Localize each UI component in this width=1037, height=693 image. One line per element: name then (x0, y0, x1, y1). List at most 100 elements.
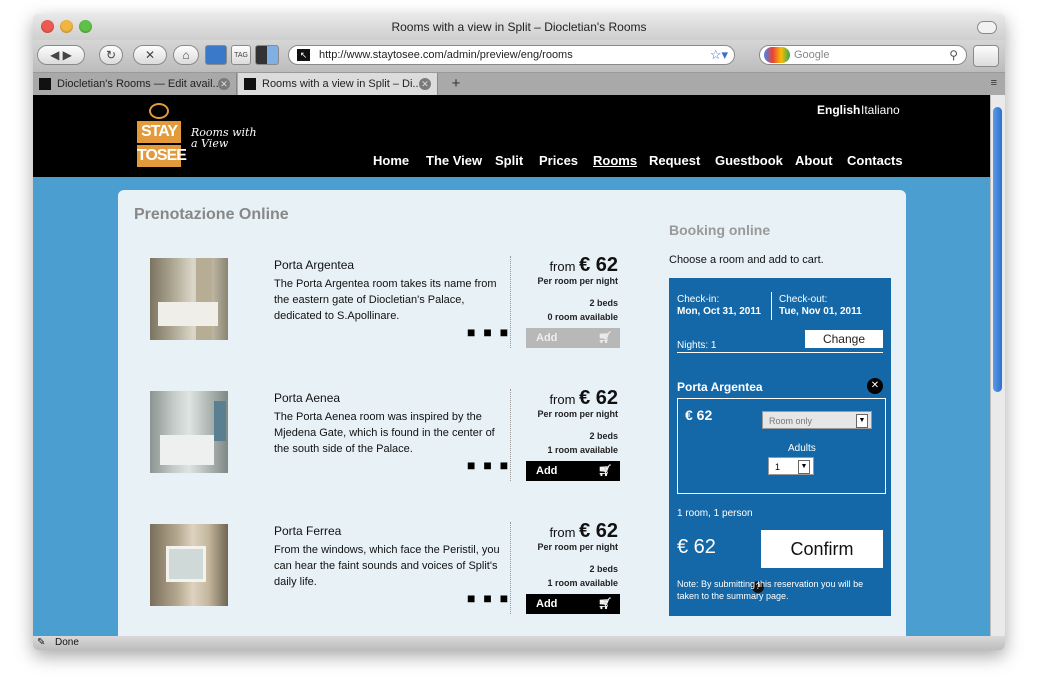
nav-guestbook[interactable]: Guestbook (715, 153, 783, 168)
room-name[interactable]: Porta Ferrea (274, 524, 341, 538)
browser-toolbar: ◀ ▶ ↻ ✕ ⌂ TAG ↖ http://www.staytosee.com… (33, 40, 1005, 73)
confirm-button[interactable]: Confirm (761, 530, 883, 568)
stop-button[interactable]: ✕ (133, 45, 167, 65)
room-name[interactable]: Porta Aenea (274, 391, 340, 405)
tab-rooms[interactable]: Rooms with a view in Split – Di... ✕ (238, 73, 438, 95)
apps-grid-button[interactable] (973, 45, 999, 67)
browser-window: Rooms with a view in Split – Diocletian'… (33, 14, 1005, 650)
cart-room-box: € 62 Room only ▼ Adults ? 1 ▼ (677, 398, 886, 593)
search-placeholder: Google (794, 49, 830, 61)
site-favicon-icon: ↖ (297, 49, 310, 61)
content-panel: Prenotazione Online Porta Argentea The P… (118, 190, 906, 636)
more-dots-link[interactable]: ■ ■ ■ (467, 590, 510, 606)
tab-label: Diocletian's Rooms — Edit avail... (57, 78, 222, 90)
room-photo[interactable] (150, 258, 228, 340)
booking-title: Booking online (669, 222, 771, 238)
add-label: Add (536, 332, 558, 344)
change-dates-button[interactable]: Change (805, 330, 883, 348)
back-forward-button[interactable]: ◀ ▶ (37, 45, 85, 65)
room-price: from € 62 (508, 520, 618, 543)
booking-divider (677, 352, 883, 353)
tag-button[interactable]: TAG (231, 45, 251, 65)
toolbar-toggle-button[interactable] (977, 21, 997, 34)
nav-rooms[interactable]: Rooms (593, 153, 637, 168)
checkout-date[interactable]: Tue, Nov 01, 2011 (779, 306, 862, 317)
close-tab-icon[interactable]: ✕ (218, 78, 230, 90)
nav-prices[interactable]: Prices (539, 153, 578, 168)
status-bar: ✎ Done (33, 636, 1005, 650)
lang-italiano[interactable]: Italiano (861, 103, 900, 117)
forward-icon: ▶ (62, 48, 72, 62)
close-tab-icon[interactable]: ✕ (419, 78, 431, 90)
address-bar[interactable]: ↖ http://www.staytosee.com/admin/preview… (288, 45, 735, 65)
tab-edit-availability[interactable]: Diocletian's Rooms — Edit avail... ✕ (33, 73, 237, 95)
site-logo[interactable]: STAY TOSEE (133, 103, 187, 167)
price-value: € 62 (579, 520, 618, 542)
tag-icon: TAG (234, 51, 248, 59)
bookmark-star-icon[interactable]: ☆▾ (710, 46, 728, 64)
checkin-date[interactable]: Mon, Oct 31, 2011 (677, 306, 761, 317)
adults-label: Adults (788, 443, 816, 454)
minimize-window-button[interactable] (60, 20, 73, 33)
add-room-button[interactable]: Add 🛒︎ (526, 594, 620, 614)
window-title: Rooms with a view in Split – Diocletian'… (391, 20, 647, 34)
search-icon[interactable]: ⚲ (949, 46, 958, 64)
search-bar[interactable]: Google ⚲ (759, 45, 967, 65)
cart-total: € 62 (677, 536, 716, 558)
cart-icon: 🛒︎ (598, 598, 612, 610)
stop-icon: ✕ (144, 48, 156, 62)
scrollbar-thumb[interactable] (993, 107, 1002, 392)
split-view-button[interactable] (255, 45, 279, 65)
cart-room-name: Porta Argentea (677, 380, 763, 394)
more-dots-link[interactable]: ■ ■ ■ (467, 457, 510, 473)
logo-text-stay: STAY (137, 121, 181, 143)
search-engine-icon[interactable] (764, 47, 790, 63)
back-icon: ◀ (50, 48, 60, 62)
cart-icon: 🛒︎ (598, 465, 612, 477)
price-value: € 62 (579, 254, 618, 276)
room-availability: 0 room available (547, 312, 618, 322)
url-text: http://www.staytosee.com/admin/preview/e… (319, 49, 573, 61)
page-title: Prenotazione Online (134, 206, 289, 223)
reload-button[interactable]: ↻ (99, 45, 123, 65)
nav-contacts[interactable]: Contacts (847, 153, 903, 168)
nav-split[interactable]: Split (495, 153, 523, 168)
nav-about[interactable]: About (795, 153, 833, 168)
room-name[interactable]: Porta Argentea (274, 258, 354, 272)
bookmark-button[interactable] (205, 45, 227, 65)
adults-value: 1 (775, 462, 781, 472)
nav-home[interactable]: Home (373, 153, 409, 168)
board-select[interactable]: Room only ▼ (762, 411, 872, 429)
room-price: from € 62 (508, 254, 618, 277)
price-unit: Per room per night (537, 409, 618, 419)
close-window-button[interactable] (41, 20, 54, 33)
cart-summary: 1 room, 1 person (677, 508, 753, 519)
booking-subtitle: Choose a room and add to cart. (669, 254, 824, 266)
checkout-label: Check-out: (779, 294, 828, 305)
checkin-label: Check-in: (677, 294, 720, 305)
home-button[interactable]: ⌂ (173, 45, 199, 65)
more-dots-link[interactable]: ■ ■ ■ (467, 324, 510, 340)
lang-english[interactable]: English (817, 103, 860, 117)
room-photo[interactable] (150, 524, 228, 606)
zoom-window-button[interactable] (79, 20, 92, 33)
adults-select[interactable]: 1 ▼ (768, 457, 814, 475)
nav-request[interactable]: Request (649, 153, 700, 168)
site-header: STAY TOSEE Rooms with a View English Ita… (33, 95, 991, 177)
tab-list-icon[interactable]: ≡ (991, 77, 997, 89)
add-label: Add (536, 598, 558, 610)
add-room-button[interactable]: Add 🛒︎ (526, 461, 620, 481)
tab-bar: Diocletian's Rooms — Edit avail... ✕ Roo… (33, 73, 1005, 96)
nav-the-view[interactable]: The View (426, 153, 482, 168)
booking-note: Note: By submitting this reservation you… (677, 579, 864, 601)
price-from-label: from (549, 259, 576, 274)
room-photo[interactable] (150, 391, 228, 473)
chevron-down-icon: ▼ (856, 414, 868, 428)
window-controls (41, 20, 92, 33)
remove-room-icon[interactable]: ✕ (867, 378, 883, 394)
chevron-down-icon: ▼ (798, 460, 810, 474)
price-value: € 62 (579, 387, 618, 409)
vertical-scrollbar[interactable] (990, 95, 1005, 636)
price-from-label: from (549, 392, 576, 407)
new-tab-button[interactable]: + (443, 75, 469, 93)
